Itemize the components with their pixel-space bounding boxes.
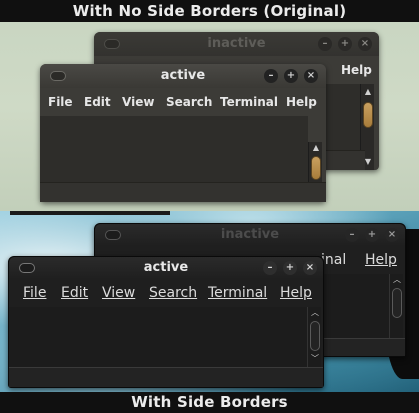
menu-terminal[interactable]: Terminal <box>208 279 267 307</box>
scroll-thumb[interactable] <box>392 288 402 318</box>
menu-search[interactable]: Search <box>149 279 197 307</box>
menu-file[interactable]: File <box>23 279 46 307</box>
menu-terminal[interactable]: Terminal <box>220 88 278 116</box>
maximize-icon[interactable]: + <box>283 261 297 275</box>
minimize-icon[interactable]: – <box>345 228 359 242</box>
minimize-icon[interactable]: – <box>263 261 277 275</box>
maximize-icon[interactable]: + <box>338 37 352 51</box>
scrollbar[interactable]: ︿ ﹀ <box>307 307 321 367</box>
close-icon[interactable]: × <box>358 37 372 51</box>
minimize-icon[interactable]: – <box>318 37 332 51</box>
menu-help[interactable]: Help <box>280 279 312 307</box>
terminal-area[interactable] <box>40 116 308 182</box>
close-icon[interactable]: × <box>303 261 317 275</box>
menu-terminal-partial[interactable]: inal <box>321 246 346 274</box>
status-strip <box>9 367 323 387</box>
maximize-icon[interactable]: + <box>365 228 379 242</box>
close-icon[interactable]: × <box>304 69 318 83</box>
close-icon[interactable]: × <box>385 228 399 242</box>
scroll-up-icon[interactable]: ▲ <box>309 142 323 154</box>
titlebar[interactable]: inactive – + × <box>94 32 379 56</box>
scroll-up-icon[interactable]: ▲ <box>361 86 375 98</box>
menu-help[interactable]: Help <box>341 56 372 84</box>
titlebar[interactable]: active – + × <box>9 257 323 279</box>
scroll-down-icon[interactable]: ﹀ <box>308 353 322 365</box>
menu-view[interactable]: View <box>102 279 135 307</box>
active-window-top[interactable]: active – + × File Edit View Search Termi… <box>40 64 326 202</box>
bottom-banner-title: With Side Borders <box>0 392 419 413</box>
titlebar[interactable]: active – + × <box>40 64 326 88</box>
scroll-up-icon[interactable]: ︿ <box>308 307 322 319</box>
menu-help[interactable]: Help <box>365 246 397 274</box>
scroll-thumb[interactable] <box>363 102 373 128</box>
top-banner-title: With No Side Borders (Original) <box>0 0 419 22</box>
menu-view[interactable]: View <box>122 88 154 116</box>
menubar: File Edit View Search Terminal Help <box>9 279 323 307</box>
terminal-area[interactable] <box>9 307 307 367</box>
scroll-thumb[interactable] <box>311 156 321 180</box>
menu-edit[interactable]: Edit <box>84 88 111 116</box>
menu-help[interactable]: Help <box>286 88 317 116</box>
divider-mark <box>10 211 170 215</box>
scrollbar[interactable]: ︿ <box>389 274 403 338</box>
status-strip <box>40 182 326 202</box>
maximize-icon[interactable]: + <box>284 69 298 83</box>
menu-search[interactable]: Search <box>166 88 212 116</box>
scroll-thumb[interactable] <box>310 321 320 351</box>
menu-edit[interactable]: Edit <box>61 279 88 307</box>
bottom-comparison-panel: inactive – + × inal Help ︿ active – + × … <box>0 211 419 392</box>
scroll-up-icon[interactable]: ︿ <box>390 274 404 286</box>
minimize-icon[interactable]: – <box>264 69 278 83</box>
menu-file[interactable]: File <box>48 88 73 116</box>
window-title: inactive <box>207 36 266 51</box>
top-comparison-panel: inactive – + × Help ▲ ▼ active – + × Fil… <box>0 22 419 211</box>
titlebar[interactable]: inactive – + × <box>95 224 405 246</box>
active-window-bottom[interactable]: active – + × File Edit View Search Termi… <box>8 256 324 388</box>
menubar: File Edit View Search Terminal Help <box>40 88 326 116</box>
